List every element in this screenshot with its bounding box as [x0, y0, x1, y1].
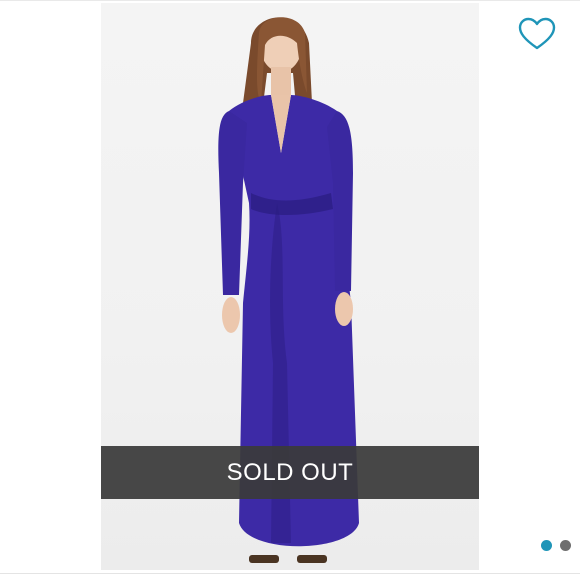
pagination-dot-2[interactable]: [560, 540, 571, 551]
top-divider: [0, 0, 580, 1]
photo-pagination: [541, 540, 573, 552]
heart-outline-icon: [518, 17, 556, 50]
sold-out-label: SOLD OUT: [226, 458, 354, 486]
listing-image-viewer: SOLD OUT: [0, 0, 580, 580]
pagination-dot-1-active[interactable]: [541, 540, 552, 551]
like-button[interactable]: [518, 17, 556, 53]
sold-out-banner: SOLD OUT: [101, 446, 479, 499]
bottom-divider: [0, 573, 580, 574]
